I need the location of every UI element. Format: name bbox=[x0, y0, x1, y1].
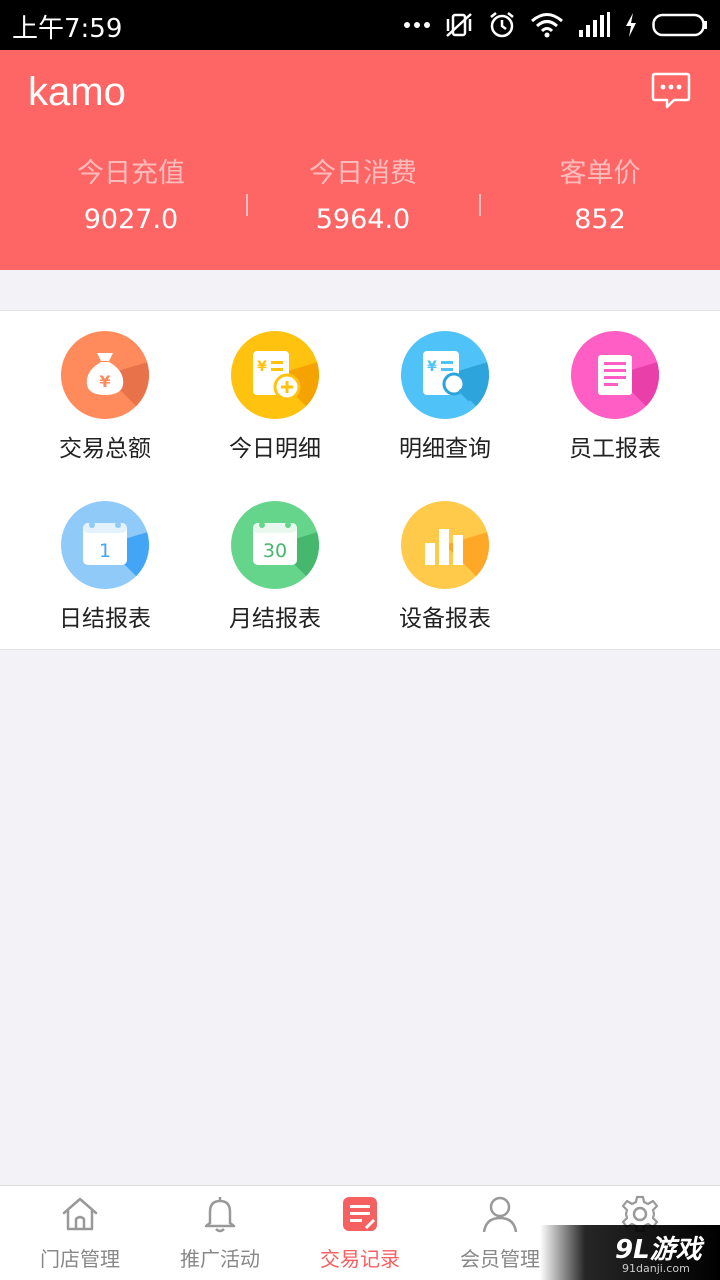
watermark-sub: 91danji.com bbox=[622, 1262, 690, 1275]
stat-recharge: 今日充值 9027.0 bbox=[11, 154, 251, 238]
stat-value: 852 bbox=[574, 204, 626, 235]
svg-text:¥: ¥ bbox=[427, 359, 437, 375]
bell-icon bbox=[204, 1197, 236, 1233]
tab-label: 推广活动 bbox=[180, 1247, 260, 1271]
grid-label: 日结报表 bbox=[59, 606, 151, 632]
header: KAMO 今日充值 9027.0 今日消费 5964.0 客单价 852 bbox=[0, 50, 720, 270]
status-icons bbox=[404, 8, 708, 42]
chat-bubble-icon bbox=[651, 72, 691, 109]
receipt-search-icon: ¥ bbox=[401, 331, 489, 419]
user-icon bbox=[482, 1196, 518, 1233]
home-icon bbox=[62, 1197, 98, 1231]
watermark-text: 9L游戏 bbox=[615, 1235, 702, 1265]
grid-item-staff-report[interactable]: 员工报表 bbox=[530, 311, 700, 462]
tab-promotion[interactable]: 推广活动 bbox=[150, 1186, 290, 1280]
stat-label: 今日消费 bbox=[309, 158, 417, 189]
grid-label: 员工报表 bbox=[569, 436, 661, 462]
grid-item-daily-report[interactable]: 1 日结报表 bbox=[20, 481, 190, 632]
tab-store-management[interactable]: 门店管理 bbox=[10, 1186, 150, 1280]
charging-icon bbox=[626, 13, 636, 37]
stat-value: 5964.0 bbox=[315, 204, 411, 235]
grid-label: 明细查询 bbox=[399, 436, 491, 462]
record-icon bbox=[343, 1197, 377, 1231]
status-bar: 上午7:59 bbox=[0, 0, 720, 50]
document-icon bbox=[571, 331, 659, 419]
grid-label: 月结报表 bbox=[229, 606, 321, 632]
signal-icon bbox=[579, 12, 610, 37]
stats-row: 今日充值 9027.0 今日消费 5964.0 客单价 852 bbox=[0, 154, 720, 244]
calendar-month-icon: 30 bbox=[231, 501, 319, 589]
money-bag-icon: ¥ bbox=[61, 331, 149, 419]
stat-label: 今日充值 bbox=[77, 158, 185, 189]
stat-consumption: 今日消费 5964.0 bbox=[243, 154, 483, 238]
message-button[interactable] bbox=[650, 70, 692, 112]
stat-label: 客单价 bbox=[559, 158, 641, 189]
battery-icon bbox=[652, 13, 707, 37]
grid-label: 交易总额 bbox=[59, 436, 151, 462]
receipt-plus-icon: ¥ bbox=[231, 331, 319, 419]
grid-item-monthly-report[interactable]: 30 月结报表 bbox=[190, 481, 360, 632]
calendar-badge: 30 bbox=[263, 540, 287, 562]
watermark: 9L游戏 91danji.com bbox=[540, 1225, 720, 1280]
calendar-day-icon: 1 bbox=[61, 501, 149, 589]
alarm-icon bbox=[490, 12, 514, 38]
stat-value: 9027.0 bbox=[83, 204, 179, 235]
grid-item-detail-query[interactable]: ¥ 明细查询 bbox=[360, 311, 530, 462]
tab-label: 门店管理 bbox=[40, 1247, 120, 1271]
logo-text: KAMO bbox=[28, 72, 126, 112]
vibrate-off-icon bbox=[446, 13, 472, 37]
calendar-badge: 1 bbox=[99, 540, 111, 562]
tab-label: 交易记录 bbox=[320, 1247, 400, 1271]
more-dots-icon bbox=[404, 22, 430, 28]
stat-avg-order: 客单价 852 bbox=[480, 154, 720, 238]
kamo-logo: KAMO bbox=[28, 70, 158, 116]
grid-label: 今日明细 bbox=[229, 436, 321, 462]
grid-item-today-detail[interactable]: ¥ 今日明细 bbox=[190, 311, 360, 462]
svg-text:¥: ¥ bbox=[99, 372, 110, 391]
grid-item-total-trade[interactable]: ¥ 交易总额 bbox=[20, 311, 190, 462]
function-grid: ¥ 交易总额 ¥ 今日明细 ¥ 明细查询 员工报表 1 日结报表 30 月结报表… bbox=[0, 310, 720, 650]
bar-chart-icon bbox=[401, 501, 489, 589]
status-time: 上午7:59 bbox=[12, 14, 123, 44]
grid-item-device-report[interactable]: 设备报表 bbox=[360, 481, 530, 632]
tab-transaction-records[interactable]: 交易记录 bbox=[290, 1186, 430, 1280]
svg-text:¥: ¥ bbox=[257, 359, 267, 375]
wifi-icon bbox=[531, 13, 563, 38]
grid-label: 设备报表 bbox=[399, 606, 491, 632]
